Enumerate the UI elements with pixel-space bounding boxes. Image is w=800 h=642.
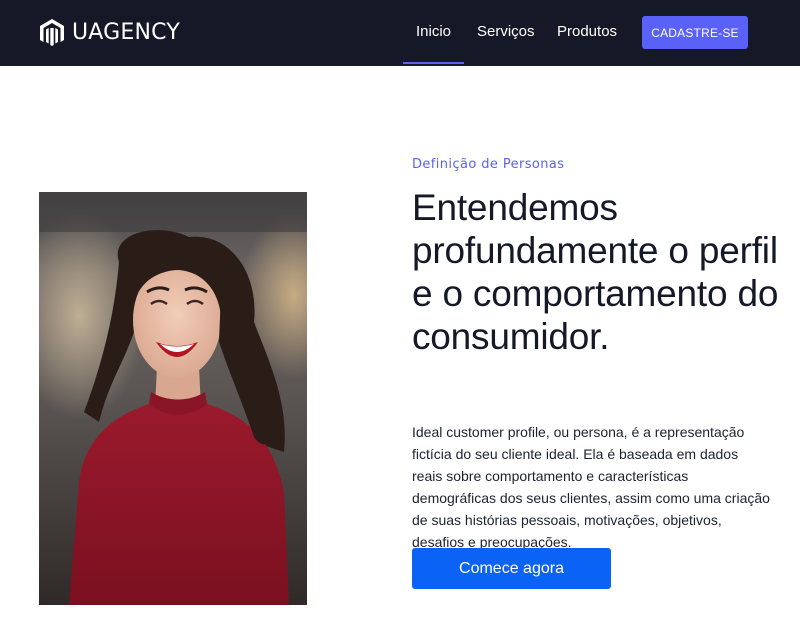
magento-m-icon [40, 19, 64, 46]
hero-headline: Entendemos profundamente o perfil e o co… [412, 187, 779, 357]
nav-link-servicos[interactable]: Serviços [477, 22, 535, 42]
section-eyebrow: Definição de Personas [412, 157, 565, 172]
signup-button[interactable]: CADASTRE-SE [642, 16, 748, 49]
hero-description: Ideal customer profile, ou persona, é a … [412, 424, 770, 550]
nav-link-produtos[interactable]: Produtos [557, 22, 617, 42]
top-navbar: UAGENCY Inicio Serviços Produtos CADASTR… [0, 0, 800, 66]
nav-link-inicio[interactable]: Inicio [416, 22, 451, 42]
brand-name: UAGENCY [72, 20, 180, 45]
brand-logo[interactable]: UAGENCY [40, 18, 180, 48]
active-nav-indicator [403, 62, 464, 64]
hero-photo-smiling-woman [39, 192, 307, 605]
get-started-button[interactable]: Comece agora [412, 548, 611, 589]
